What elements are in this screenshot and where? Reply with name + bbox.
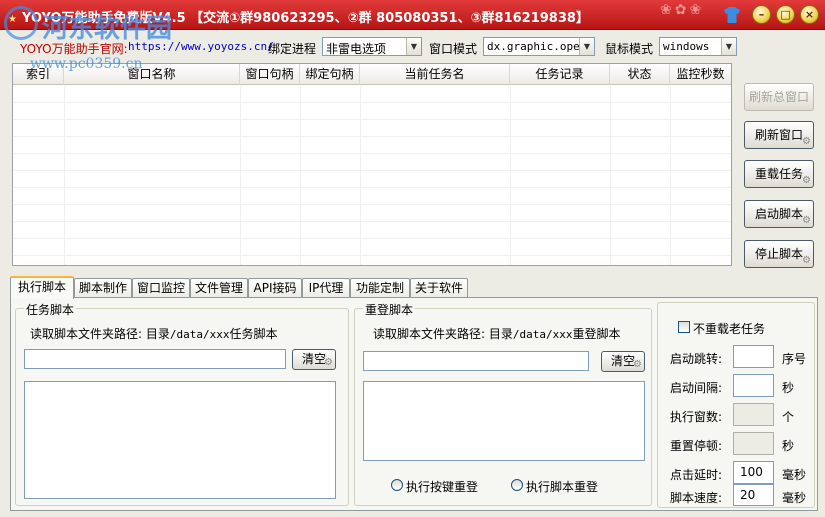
relogin-key-label[interactable]: 执行按键重登 (406, 478, 478, 495)
relogin-script-radio[interactable] (511, 479, 523, 491)
start-script-button[interactable]: 启动脚本 ⚙ (744, 200, 814, 228)
watermark-url-text: www.pc0359.cn (30, 56, 143, 72)
script-speed-label: 脚本速度: (670, 491, 723, 505)
chevron-down-icon: ▼ (579, 38, 594, 55)
exec-window-count-input[interactable] (733, 403, 774, 426)
grid-divider (240, 86, 241, 265)
no-reload-checkbox[interactable] (678, 321, 690, 333)
decoration-icon: ❀✿❀ (660, 2, 705, 18)
window-mode-select[interactable]: dx.graphic.open ▼ (483, 37, 595, 56)
reset-pause-input[interactable] (733, 432, 774, 455)
minimize-button[interactable]: – (752, 5, 771, 24)
grid-divider (610, 86, 611, 265)
gear-icon: ⚙ (802, 255, 811, 266)
site-label: YOYO万能助手官网: (20, 42, 128, 56)
close-button[interactable]: × (800, 5, 819, 24)
start-jump-label: 启动跳转: (670, 352, 723, 366)
gear-icon: ⚙ (802, 136, 811, 147)
grid-divider (300, 86, 301, 265)
settings-group: 不重载老任务 启动跳转: 序号 启动间隔: 秒 执行窗数: 个 重置停顿: 秒 … (657, 302, 815, 508)
col-header-bind-handle[interactable]: 绑定句柄 (300, 64, 360, 85)
relogin-script-title: 重登脚本 (363, 301, 416, 318)
grid-divider (64, 86, 65, 265)
relogin-path-input[interactable] (363, 351, 589, 371)
relogin-script-label[interactable]: 执行脚本重登 (526, 478, 598, 495)
col-header-task-record[interactable]: 任务记录 (510, 64, 610, 85)
table-body[interactable] (13, 86, 731, 265)
window-title: ★ YOYO万能助手免费版V4.5 【交流①群980623295、②群 80508… (8, 11, 589, 26)
reset-pause-label: 重置停顿: (670, 439, 723, 453)
refresh-window-button[interactable]: 刷新窗口 ⚙ (744, 121, 814, 149)
script-speed-input[interactable]: 20 (733, 484, 774, 506)
tab-ip-proxy[interactable]: IP代理 (302, 278, 350, 298)
gear-icon: ⚙ (324, 357, 333, 368)
bind-process-label: 绑定进程 (268, 42, 317, 56)
window-mode-label: 窗口模式 (429, 42, 478, 56)
task-script-textarea[interactable] (24, 381, 336, 499)
relogin-script-group: 重登脚本 读取脚本文件夹路径: 目录/data/xxx重登脚本 清空 ⚙ 执行按键… (354, 301, 652, 506)
col-header-current-task[interactable]: 当前任务名 (360, 64, 510, 85)
stop-script-button[interactable]: 停止脚本 ⚙ (744, 240, 814, 268)
app-icon: ★ (8, 14, 17, 25)
start-jump-unit: 序号 (782, 352, 807, 366)
script-speed-unit: 毫秒 (782, 491, 807, 505)
site-url-link[interactable]: https://www.yoyozs.cn/ (128, 40, 274, 53)
click-delay-label: 点击延时: (670, 468, 723, 482)
click-delay-input[interactable]: 100 (733, 461, 774, 484)
tab-about[interactable]: 关于软件 (410, 278, 468, 298)
chevron-down-icon: ▼ (406, 38, 421, 55)
relogin-script-textarea[interactable] (363, 381, 645, 461)
tab-api-code[interactable]: API接码 (248, 278, 302, 298)
window-list-table[interactable]: 索引 窗口名称 窗口句柄 绑定句柄 当前任务名 任务记录 状态 监控秒数 (12, 63, 732, 266)
tab-run-script[interactable]: 执行脚本 (10, 276, 74, 299)
exec-window-count-unit: 个 (782, 410, 795, 424)
grid-divider (360, 86, 361, 265)
tab-window-monitor[interactable]: 窗口监控 (132, 278, 190, 298)
relogin-key-radio[interactable] (391, 479, 403, 491)
task-script-group: 任务脚本 读取脚本文件夹路径: 目录/data/xxx任务脚本 清空 ⚙ (15, 301, 349, 506)
click-delay-unit: 毫秒 (782, 468, 807, 482)
task-script-title: 任务脚本 (24, 301, 77, 318)
exec-window-count-label: 执行窗数: (670, 410, 723, 424)
tab-panel-run-script: 任务脚本 读取脚本文件夹路径: 目录/data/xxx任务脚本 清空 ⚙ 重登脚本… (10, 297, 818, 511)
task-clear-button[interactable]: 清空 ⚙ (292, 349, 336, 370)
start-interval-input[interactable] (733, 374, 774, 397)
mouse-mode-select[interactable]: windows ▼ (659, 37, 737, 56)
skin-icon[interactable] (724, 7, 740, 23)
top-toolbar: YOYO万能助手官网: https://www.yoyozs.cn/ 绑定进程 … (0, 36, 825, 58)
reset-pause-unit: 秒 (782, 439, 795, 453)
start-jump-input[interactable] (733, 345, 774, 368)
title-bar: ★ YOYO万能助手免费版V4.5 【交流①群980623295、②群 80508… (0, 0, 825, 30)
tab-script-make[interactable]: 脚本制作 (74, 278, 132, 298)
gear-icon: ⚙ (633, 359, 642, 370)
col-header-monitor-seconds[interactable]: 监控秒数 (670, 64, 731, 85)
relogin-clear-button[interactable]: 清空 ⚙ (601, 351, 645, 372)
grid-divider (670, 86, 671, 265)
tab-file-manage[interactable]: 文件管理 (190, 278, 248, 298)
grid-divider (510, 86, 511, 265)
start-interval-label: 启动间隔: (670, 381, 723, 395)
mouse-mode-label: 鼠标模式 (605, 42, 654, 56)
restore-button[interactable]: □ (776, 5, 795, 24)
start-interval-unit: 秒 (782, 381, 795, 395)
task-path-input[interactable] (24, 349, 286, 369)
bind-process-select[interactable]: 非雷电选项 ▼ (322, 37, 422, 56)
col-header-status[interactable]: 状态 (610, 64, 670, 85)
no-reload-label[interactable]: 不重载老任务 (693, 320, 765, 337)
reload-task-button[interactable]: 重载任务 ⚙ (744, 160, 814, 188)
chevron-down-icon: ▼ (721, 38, 736, 55)
refresh-all-windows-button[interactable]: 刷新总窗口 (744, 83, 814, 111)
task-path-text: 读取脚本文件夹路径: 目录/data/xxx任务脚本 (30, 327, 278, 341)
tab-custom[interactable]: 功能定制 (350, 278, 410, 298)
col-header-window-handle[interactable]: 窗口句柄 (240, 64, 300, 85)
relogin-path-text: 读取脚本文件夹路径: 目录/data/xxx重登脚本 (373, 327, 621, 341)
gear-icon: ⚙ (802, 215, 811, 226)
gear-icon: ⚙ (802, 175, 811, 186)
